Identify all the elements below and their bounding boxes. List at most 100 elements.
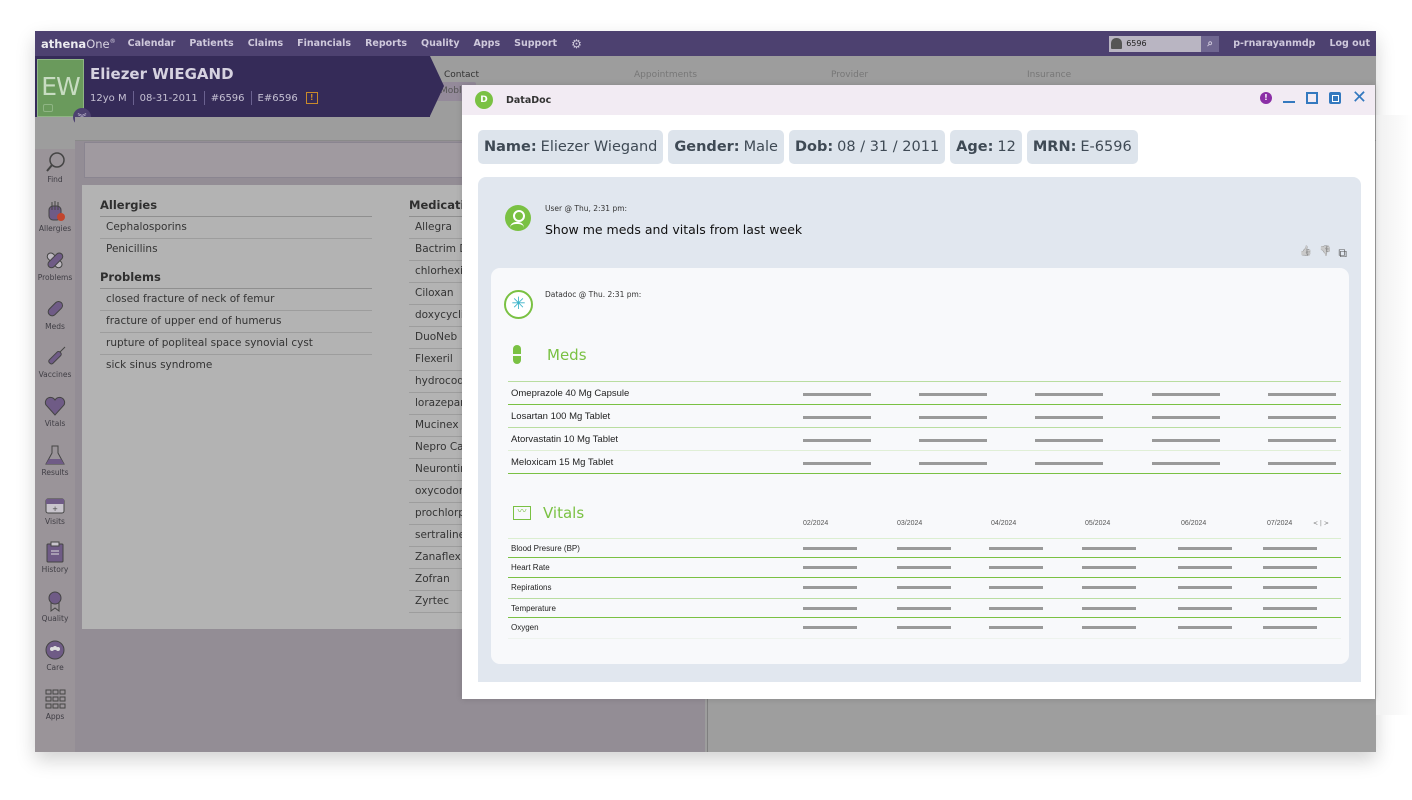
close-icon[interactable]: ✕	[1352, 89, 1367, 107]
vitals-month-header: 03/2024	[897, 520, 923, 527]
vitals-pager[interactable]: < | >	[1313, 520, 1329, 527]
datadoc-titlebar[interactable]: D DataDoc ! ✕	[462, 85, 1375, 115]
redacted-value-bar	[1178, 626, 1232, 629]
medication-item[interactable]: Ciloxan	[409, 283, 469, 305]
briefcase-icon: +	[45, 498, 65, 514]
alert-icon[interactable]: !	[305, 92, 318, 104]
rail-item-vitals[interactable]: Vitals	[35, 395, 75, 428]
problem-item[interactable]: rupture of popliteal space synovial cyst	[100, 333, 372, 355]
redacted-value-bar	[1082, 566, 1136, 569]
patient-name[interactable]: Eliezer WIEGAND	[90, 65, 234, 83]
nav-apps[interactable]: Apps	[474, 38, 501, 49]
tab-appointments[interactable]: Appointments	[634, 70, 697, 80]
patient-info-tabs: Contact Appointments Provider Insurance	[444, 56, 1376, 86]
allergy-item[interactable]: Cephalosporins	[100, 217, 372, 239]
redacted-value-bar	[803, 462, 871, 465]
problem-item[interactable]: fracture of upper end of humerus	[100, 311, 372, 333]
nav-quality[interactable]: Quality	[421, 38, 460, 49]
redacted-value-bar	[1263, 607, 1317, 610]
medication-item[interactable]: oxycodon	[409, 481, 469, 503]
tab-provider[interactable]: Provider	[831, 70, 868, 80]
athenaone-logo[interactable]: athenaOne®	[35, 37, 116, 51]
medication-item[interactable]: Allegra	[409, 217, 469, 239]
medications-section: Medicatio Allegra Bactrim Dchlorhexi Cilox…	[409, 195, 469, 613]
vitals-section-title: 〰 Vitals	[513, 504, 584, 522]
camera-icon[interactable]	[43, 104, 53, 112]
people-icon	[45, 640, 65, 660]
logout-link[interactable]: Log out	[1329, 38, 1370, 49]
redacted-value-bar	[1178, 607, 1232, 610]
thumbs-down-icon[interactable]: 👎	[1319, 246, 1331, 261]
rail-item-problems[interactable]: Problems	[35, 249, 75, 282]
nav-patients[interactable]: Patients	[189, 38, 233, 49]
redacted-value-bar	[803, 626, 857, 629]
medication-item[interactable]: Bactrim D	[409, 239, 469, 261]
info-icon[interactable]: !	[1259, 92, 1272, 104]
nav-reports[interactable]: Reports	[365, 38, 407, 49]
medication-item[interactable]: chlorhexi	[409, 261, 469, 283]
redacted-value-bar	[919, 393, 987, 396]
datadoc-title: DataDoc	[506, 94, 552, 106]
redacted-value-bar	[1268, 462, 1336, 465]
medication-item[interactable]: Zyrtec	[409, 591, 469, 613]
nav-calendar[interactable]: Calendar	[128, 38, 176, 49]
patient-search-value: 6596	[1126, 39, 1147, 48]
rail-item-results[interactable]: Results	[35, 444, 75, 477]
rail-item-label: Find	[47, 175, 63, 184]
medication-item[interactable]: Neurontir	[409, 459, 469, 481]
vitals-row: Repirations	[508, 578, 1341, 599]
medication-item[interactable]: Nepro Ca	[409, 437, 469, 459]
medication-item[interactable]: Flexeril	[409, 349, 469, 371]
patient-chips: Name: Eliezer Wiegand Gender: Male Dob: 08 …	[478, 130, 1143, 164]
minimize-icon[interactable]	[1282, 101, 1295, 103]
rail-item-meds[interactable]: Meds	[35, 298, 75, 331]
redacted-value-bar	[1152, 393, 1220, 396]
tab-contact[interactable]: Contact	[444, 70, 479, 80]
rail-item-find[interactable]: Find	[35, 151, 75, 184]
rail-item-vaccines[interactable]: Vaccines	[35, 346, 75, 379]
rail-item-label: Care	[46, 663, 64, 672]
med-name: Omeprazole 40 Mg Capsule	[511, 388, 630, 399]
chat-thread: User @ Thu, 2:31 pm: Show me meds and vi…	[478, 177, 1361, 682]
redacted-value-bar	[1152, 416, 1220, 419]
rail-item-care[interactable]: Care	[35, 639, 75, 672]
medication-item[interactable]: lorazepar	[409, 393, 469, 415]
redacted-value-bar	[1178, 566, 1232, 569]
flask-icon	[45, 445, 65, 465]
medication-item[interactable]: prochlorp	[409, 503, 469, 525]
top-navigation: athenaOne® Calendar Patients Claims Fina…	[35, 31, 1376, 56]
redacted-value-bar	[1263, 586, 1317, 589]
med-name: Losartan 100 Mg Tablet	[511, 411, 611, 422]
clipboard-icon	[46, 541, 64, 563]
tab-insurance[interactable]: Insurance	[1027, 70, 1071, 80]
medication-item[interactable]: Mucinex	[409, 415, 469, 437]
problem-item[interactable]: sick sinus syndrome	[100, 355, 372, 377]
medication-item[interactable]: Zanaflex	[409, 547, 469, 569]
username-link[interactable]: p-rnarayanmdp	[1233, 38, 1315, 49]
rail-item-allergies[interactable]: Allergies	[35, 200, 75, 233]
maximize-icon[interactable]	[1305, 92, 1318, 104]
gear-icon[interactable]: ⚙	[571, 37, 582, 51]
medication-item[interactable]: sertraline	[409, 525, 469, 547]
rail-item-apps[interactable]: Apps	[35, 688, 75, 721]
problem-item[interactable]: closed fracture of neck of femur	[100, 289, 372, 311]
popout-icon[interactable]	[1328, 92, 1341, 104]
rail-item-visits[interactable]: + Visits	[35, 493, 75, 526]
nav-support[interactable]: Support	[514, 38, 557, 49]
rail-item-history[interactable]: History	[35, 541, 75, 574]
redacted-value-bar	[1082, 607, 1136, 610]
redacted-value-bar	[1268, 416, 1336, 419]
medication-item[interactable]: DuoNeb	[409, 327, 469, 349]
thumbs-up-icon[interactable]: 👍	[1300, 246, 1312, 261]
nav-financials[interactable]: Financials	[297, 38, 351, 49]
rail-item-quality[interactable]: Quality	[35, 590, 75, 623]
copy-icon[interactable]: ⧉	[1338, 246, 1347, 261]
medication-item[interactable]: hydrocod	[409, 371, 469, 393]
redacted-value-bar	[919, 462, 987, 465]
medication-item[interactable]: doxycycli	[409, 305, 469, 327]
search-button[interactable]: ⌕	[1201, 35, 1220, 52]
patient-search-input[interactable]: 6596	[1109, 35, 1202, 52]
medication-item[interactable]: Zofran	[409, 569, 469, 591]
allergy-item[interactable]: Penicillins	[100, 239, 372, 261]
nav-claims[interactable]: Claims	[248, 38, 283, 49]
